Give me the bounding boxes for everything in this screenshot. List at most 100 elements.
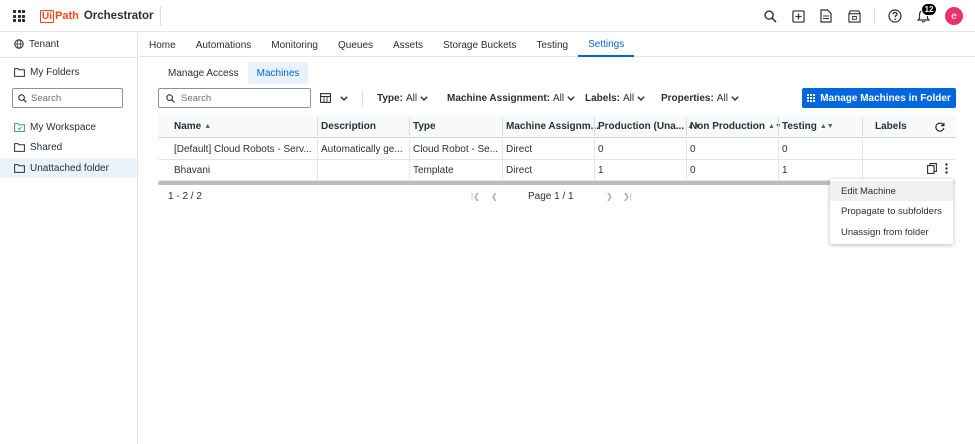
filter-properties[interactable]: Properties: All	[661, 91, 739, 105]
subtab-machines[interactable]: Machines	[247, 62, 309, 84]
store-icon[interactable]	[846, 8, 862, 24]
last-page-icon[interactable]: ❯|	[623, 192, 632, 201]
tab-monitoring[interactable]: Monitoring	[261, 33, 328, 57]
column-separator	[409, 139, 410, 159]
folder-icon	[14, 142, 25, 152]
notification-count-badge: 12	[921, 3, 937, 16]
filter-type[interactable]: Type: All	[377, 91, 428, 105]
folder-icon	[14, 163, 25, 173]
first-page-icon[interactable]: |❮	[471, 192, 480, 201]
help-icon[interactable]	[887, 8, 903, 24]
row-actions	[927, 163, 948, 174]
sidebar-tenant-label: Tenant	[29, 38, 60, 50]
search-icon[interactable]	[762, 8, 778, 24]
folder-icon	[14, 67, 25, 77]
column-separator	[594, 160, 595, 180]
tab-assets[interactable]: Assets	[383, 33, 433, 57]
sidebar-item-shared[interactable]: Shared	[0, 137, 137, 157]
column-separator	[686, 160, 687, 180]
search-icon	[18, 93, 27, 103]
cell-description: Automatically ge...	[321, 143, 403, 155]
column-header-label: Machine Assignm...	[506, 121, 599, 132]
app-launcher-icon[interactable]	[13, 10, 25, 22]
table-row[interactable]: Bhavani Template Direct 1 0 1	[158, 160, 956, 181]
refresh-icon[interactable]	[935, 115, 945, 138]
tab-queues[interactable]: Queues	[328, 33, 383, 57]
notifications-icon[interactable]: 12	[915, 3, 937, 24]
menu-item-propagate-to-subfolders[interactable]: Propagate to subfolders	[830, 201, 953, 221]
cell-non-production: 0	[690, 164, 696, 176]
filter-label: Properties:	[661, 92, 714, 104]
column-separator	[502, 160, 503, 180]
user-avatar[interactable]: e	[945, 7, 963, 25]
menu-item-unassign-from-folder[interactable]: Unassign from folder	[830, 222, 953, 242]
tab-storage-buckets[interactable]: Storage Buckets	[433, 33, 526, 57]
cell-labels	[875, 139, 925, 159]
sidebar-divider	[0, 57, 137, 58]
machine-search[interactable]	[158, 88, 311, 108]
tab-automations[interactable]: Automations	[186, 33, 262, 57]
folder-search[interactable]	[12, 88, 123, 108]
column-header-type[interactable]: Type	[413, 115, 436, 138]
column-separator	[778, 160, 779, 180]
folder-search-input[interactable]	[31, 92, 116, 104]
column-header-machine-assignment[interactable]: Machine Assignm...	[506, 115, 599, 138]
column-header-label: Labels	[875, 121, 907, 132]
column-header-label: Description	[321, 121, 377, 132]
machine-search-input[interactable]	[181, 92, 301, 104]
sidebar-item-label: My Workspace	[30, 121, 96, 133]
chevron-down-icon	[420, 95, 428, 101]
subtab-manage-access[interactable]: Manage Access	[159, 62, 248, 84]
sidebar-item-label: Shared	[30, 141, 63, 153]
top-icons: 12 e	[750, 3, 963, 27]
column-separator	[862, 139, 863, 159]
document-icon[interactable]	[818, 8, 834, 24]
column-header-label: Type	[413, 121, 436, 132]
search-icon	[166, 93, 175, 103]
main-tabs: Home Automations Monitoring Queues Asset…	[139, 33, 975, 57]
previous-page-icon[interactable]: ❮	[491, 192, 498, 201]
cell-description	[321, 160, 407, 180]
column-header-label: Name	[174, 121, 202, 132]
column-separator	[778, 117, 779, 136]
more-options-icon[interactable]	[945, 163, 948, 174]
column-header-labels[interactable]: Labels	[875, 115, 907, 138]
uipath-logo[interactable]: Ui Path Orchestrator	[40, 8, 154, 24]
sidebar-item-my-folders[interactable]: My Folders	[0, 62, 137, 82]
copy-icon[interactable]	[927, 163, 937, 174]
sidebar-item-my-workspace[interactable]: My Workspace	[0, 117, 137, 137]
tab-home[interactable]: Home	[139, 33, 186, 57]
column-separator	[317, 117, 318, 136]
column-separator	[686, 117, 687, 136]
tab-testing[interactable]: Testing	[526, 33, 578, 57]
primary-button-label: Manage Machines in Folder	[820, 92, 951, 104]
column-separator	[317, 139, 318, 159]
column-separator	[409, 160, 410, 180]
column-header-name[interactable]: Name ▲	[174, 115, 211, 138]
column-header-non-production[interactable]: Non Production ▲▼	[690, 115, 782, 138]
horizontal-scrollbar[interactable]	[158, 181, 834, 185]
filter-labels[interactable]: Labels: All	[585, 91, 645, 105]
tab-settings[interactable]: Settings	[578, 33, 635, 57]
workspace-icon	[14, 122, 25, 132]
sidebar-item-tenant[interactable]: Tenant	[0, 34, 137, 54]
column-separator	[409, 117, 410, 136]
filter-label: Machine Assignment:	[447, 92, 550, 104]
next-page-icon[interactable]: ❯	[606, 192, 613, 201]
cell-assignment: Direct	[506, 143, 533, 155]
column-picker-button[interactable]	[320, 90, 348, 106]
filter-machine-assignment[interactable]: Machine Assignment: All	[447, 91, 575, 105]
menu-item-edit-machine[interactable]: Edit Machine	[830, 181, 953, 201]
table-row[interactable]: [Default] Cloud Robots - Serv... Automat…	[158, 139, 956, 160]
globe-icon	[14, 39, 24, 49]
column-separator	[502, 139, 503, 159]
sidebar-item-unattached-folder[interactable]: Unattached folder	[0, 158, 137, 178]
page-indicator: Page 1 / 1	[528, 191, 574, 202]
column-header-description[interactable]: Description	[321, 115, 376, 138]
manage-machines-in-folder-button[interactable]: Manage Machines in Folder	[802, 88, 956, 108]
filter-value: All	[623, 92, 635, 104]
chevron-down-icon	[340, 95, 348, 101]
top-separator	[874, 8, 875, 24]
column-header-testing[interactable]: Testing ▲▼	[782, 115, 834, 138]
add-box-icon[interactable]	[790, 8, 806, 24]
